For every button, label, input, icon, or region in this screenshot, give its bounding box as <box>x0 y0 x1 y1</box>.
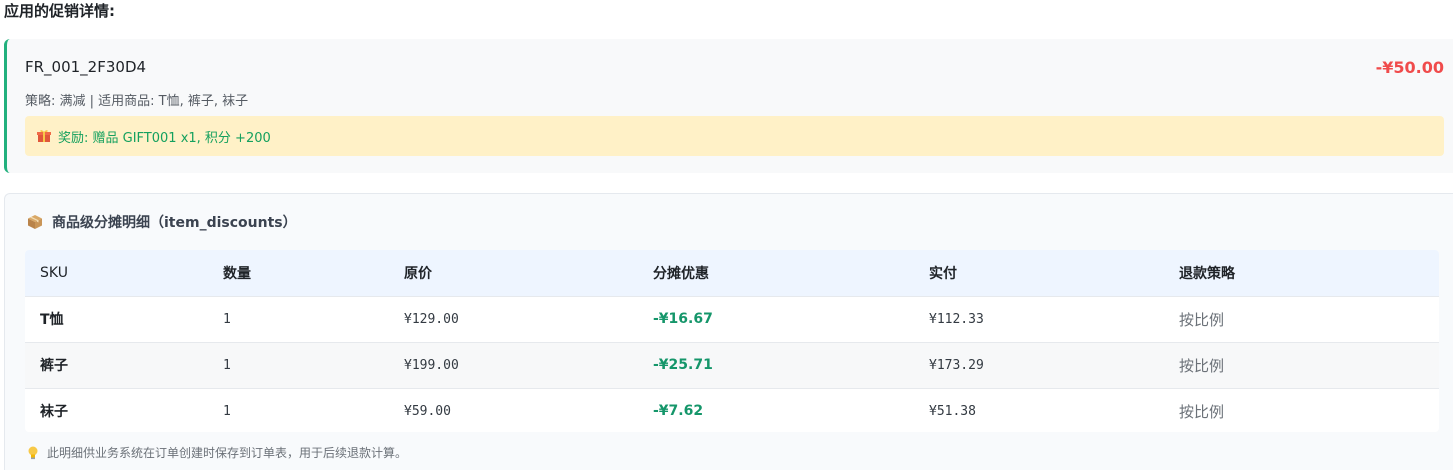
column-header-price: 原价 <box>389 250 638 296</box>
promotion-reward: 奖励: 赠品 GIFT001 x1, 积分 +200 <box>25 116 1444 156</box>
table-row: 裤子 1 ¥199.00 -¥25.71 ¥173.29 按比例 <box>25 341 1439 388</box>
reward-text: 奖励: 赠品 GIFT001 x1, 积分 +200 <box>58 130 271 146</box>
cell-policy: 按比例 <box>1164 387 1439 432</box>
gift-icon <box>37 129 51 143</box>
cell-paid: ¥173.29 <box>914 341 1164 388</box>
page-title: 应用的促销详情: <box>4 2 115 20</box>
cell-price: ¥129.00 <box>389 295 638 342</box>
cell-discount: -¥25.71 <box>638 341 914 388</box>
cell-policy: 按比例 <box>1164 295 1439 342</box>
cell-qty: 1 <box>208 295 389 342</box>
column-header-qty: 数量 <box>208 250 389 296</box>
cell-price: ¥199.00 <box>389 341 638 388</box>
item-discounts-title: 商品级分摊明细（item_discounts） <box>52 215 297 231</box>
package-box-icon <box>27 214 43 230</box>
cell-paid: ¥51.38 <box>914 387 1164 432</box>
promotion-id: FR_001_2F30D4 <box>25 58 147 76</box>
cell-sku: 袜子 <box>25 387 208 432</box>
promotion-amount: -¥50.00 <box>1375 58 1444 77</box>
column-header-paid: 实付 <box>914 250 1164 296</box>
cell-sku: T恤 <box>25 295 208 342</box>
item-discounts-table-wrap: SKU 数量 原价 分摊优惠 实付 退款策略 T恤 1 ¥129.00 -¥16… <box>25 250 1439 432</box>
column-header-policy: 退款策略 <box>1164 250 1439 296</box>
table-row: T恤 1 ¥129.00 -¥16.67 ¥112.33 按比例 <box>25 295 1439 342</box>
cell-price: ¥59.00 <box>389 387 638 432</box>
cell-paid: ¥112.33 <box>914 295 1164 342</box>
cell-qty: 1 <box>208 387 389 432</box>
footnote-text: 此明细供业务系统在订单创建时保存到订单表，用于后续退款计算。 <box>47 446 408 460</box>
column-header-sku: SKU <box>25 250 208 296</box>
promotion-meta: 策略: 满减 | 适用商品: T恤, 裤子, 袜子 <box>25 94 249 109</box>
cell-sku: 裤子 <box>25 341 208 388</box>
cell-policy: 按比例 <box>1164 341 1439 388</box>
table-header-row: SKU 数量 原价 分摊优惠 实付 退款策略 <box>25 250 1439 296</box>
footnote: 此明细供业务系统在订单创建时保存到订单表，用于后续退款计算。 <box>27 444 407 461</box>
table-row: 袜子 1 ¥59.00 -¥7.62 ¥51.38 按比例 <box>25 387 1439 432</box>
cell-discount: -¥7.62 <box>638 387 914 432</box>
column-header-discount: 分摊优惠 <box>638 250 914 296</box>
cell-qty: 1 <box>208 341 389 388</box>
cell-discount: -¥16.67 <box>638 295 914 342</box>
item-discounts-panel: 商品级分摊明细（item_discounts） SKU 数量 原价 分摊优惠 实… <box>4 193 1453 470</box>
item-discounts-table: SKU 数量 原价 分摊优惠 实付 退款策略 T恤 1 ¥129.00 -¥16… <box>25 250 1439 432</box>
item-discounts-header: 商品级分摊明细（item_discounts） <box>27 212 297 232</box>
promotion-card: FR_001_2F30D4 -¥50.00 策略: 满减 | 适用商品: T恤,… <box>4 39 1453 173</box>
lightbulb-icon <box>27 446 39 460</box>
